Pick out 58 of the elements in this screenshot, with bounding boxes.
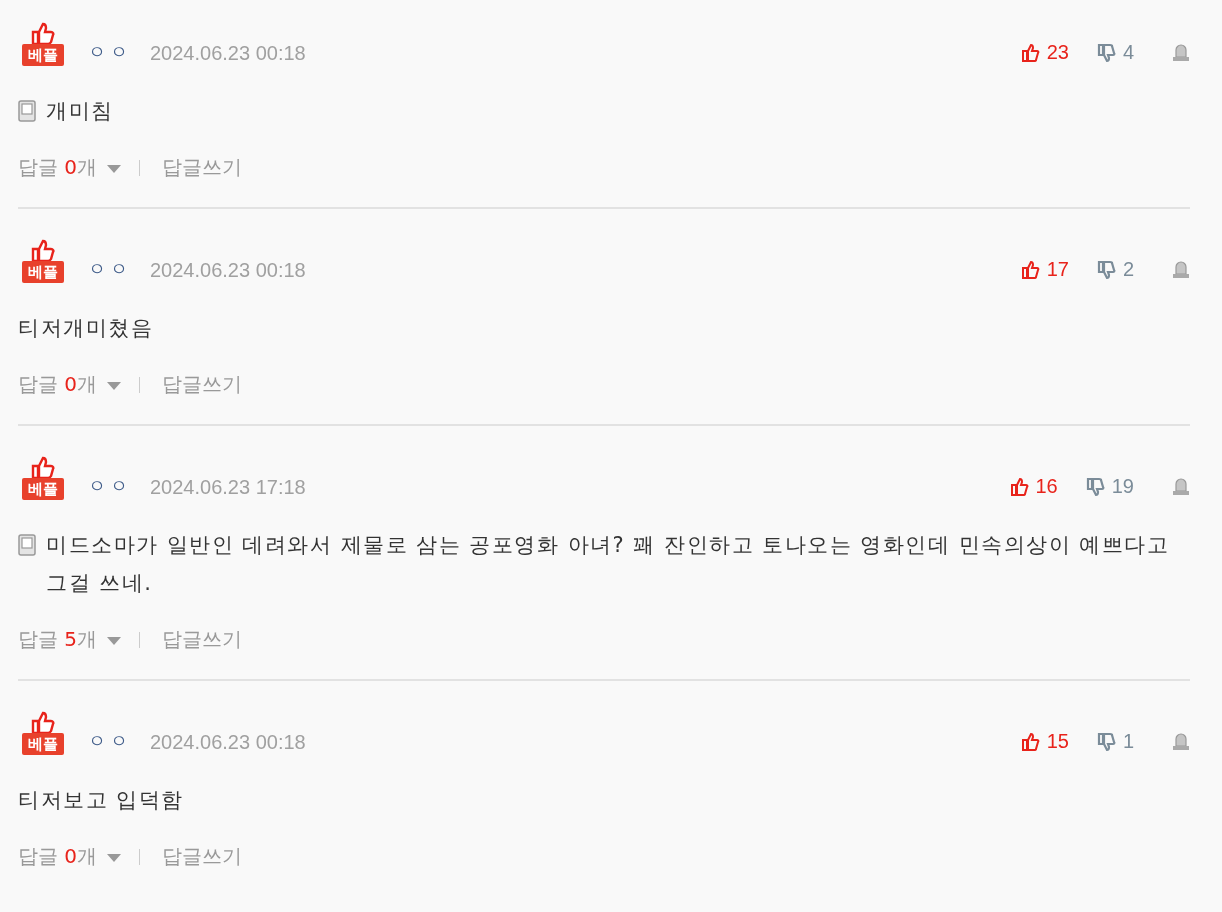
siren-icon: [1172, 43, 1190, 62]
phone-icon: [18, 100, 36, 122]
best-comment-badge: 베플: [22, 733, 64, 755]
thumbs-up-icon: [30, 709, 56, 735]
like-button[interactable]: 16: [1009, 475, 1058, 498]
like-button[interactable]: 15: [1020, 730, 1069, 753]
thumbs-up-icon: [1020, 259, 1041, 280]
comment-text: 개미침: [46, 98, 114, 125]
like-button[interactable]: 17: [1020, 258, 1069, 281]
caret-down-icon: [107, 636, 122, 645]
siren-icon: [1172, 260, 1190, 279]
report-button[interactable]: [1172, 43, 1190, 62]
reply-count-button[interactable]: 답글 0개: [18, 371, 122, 398]
siren-icon: [1172, 477, 1190, 496]
caret-down-icon: [107, 164, 122, 173]
write-reply-link[interactable]: 답글쓰기: [162, 154, 243, 181]
comment-text: 티저보고 입덕함: [18, 787, 184, 814]
thumbs-up-icon: [1009, 476, 1030, 497]
write-reply-link[interactable]: 답글쓰기: [162, 371, 243, 398]
caret-down-icon: [107, 381, 122, 390]
write-reply-link[interactable]: 답글쓰기: [162, 626, 243, 653]
thumbs-up-icon: [1020, 42, 1041, 63]
report-button[interactable]: [1172, 260, 1190, 279]
best-comment-badge: 베플: [22, 44, 64, 66]
reply-count-button[interactable]: 답글 0개: [18, 843, 122, 870]
caret-down-icon: [107, 853, 122, 862]
comment-text: 티저개미쳤음: [18, 315, 153, 342]
comment-date: 2024.06.23 00:18: [150, 259, 306, 282]
thumbs-down-icon: [1096, 731, 1117, 752]
thumbs-down-icon: [1096, 42, 1117, 63]
thumbs-up-icon: [1020, 731, 1041, 752]
thumbs-up-icon: [30, 237, 56, 263]
comment-text: 미드소마가 일반인 데려와서 제물로 삼는 공포영화 아녀? 꽤 잔인하고 토나오는 영화인데 민속의상이 예쁘다고 그걸 쓰네.: [46, 532, 1171, 597]
thumbs-down-icon: [1085, 476, 1106, 497]
best-comment-badge: 베플: [22, 261, 64, 283]
thumbs-down-icon: [1096, 259, 1117, 280]
comment-date: 2024.06.23 17:18: [150, 476, 306, 499]
like-button[interactable]: 23: [1020, 41, 1069, 64]
author-name: ㅇㅇ: [88, 474, 132, 498]
phone-icon: [18, 534, 36, 556]
comment-date: 2024.06.23 00:18: [150, 731, 306, 754]
dislike-button[interactable]: 19: [1085, 475, 1134, 498]
thumbs-up-icon: [30, 454, 56, 480]
best-comment-badge: 베플: [22, 478, 64, 500]
report-button[interactable]: [1172, 732, 1190, 751]
dislike-button[interactable]: 2: [1096, 258, 1134, 281]
report-button[interactable]: [1172, 477, 1190, 496]
reply-count-button[interactable]: 답글 5개: [18, 626, 122, 653]
author-name: ㅇㅇ: [88, 729, 132, 753]
siren-icon: [1172, 732, 1190, 751]
author-name: ㅇㅇ: [88, 40, 132, 64]
write-reply-link[interactable]: 답글쓰기: [162, 843, 243, 870]
dislike-button[interactable]: 4: [1096, 41, 1134, 64]
reply-count-button[interactable]: 답글 0개: [18, 154, 122, 181]
author-name: ㅇㅇ: [88, 257, 132, 281]
comment-date: 2024.06.23 00:18: [150, 42, 306, 65]
dislike-button[interactable]: 1: [1096, 730, 1134, 753]
thumbs-up-icon: [30, 20, 56, 46]
